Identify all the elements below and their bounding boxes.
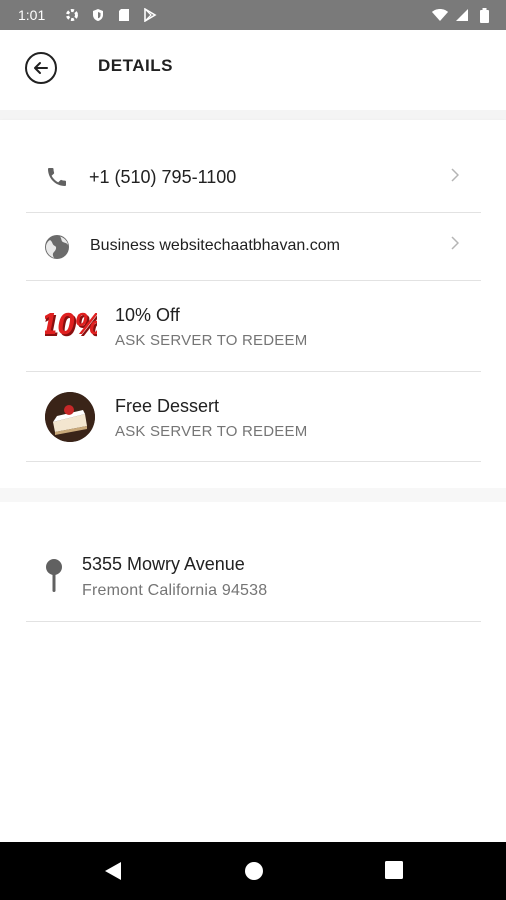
website-link[interactable]: Business websitechaatbhavan.com — [90, 237, 340, 255]
details-card: +1 (510) 795-1100 Business websitechaatb… — [0, 120, 506, 488]
address-section: 5355 Mowry Avenue Fremont California 945… — [0, 502, 506, 632]
play-store-icon — [142, 7, 158, 23]
ten-percent-badge-icon: 10% 10% — [45, 303, 97, 343]
section-gap — [0, 488, 506, 502]
status-time: 1:01 — [18, 7, 46, 23]
page-title: DETAILS — [98, 56, 173, 75]
address-line1: 5355 Mowry Avenue — [82, 554, 245, 574]
shield-icon — [90, 7, 106, 23]
offer-row[interactable]: 10% 10% 10% Off ASK SERVER TO REDEEM — [26, 281, 481, 372]
status-icons-left — [64, 7, 158, 23]
app-bar: DETAILS — [0, 30, 506, 110]
chevron-right-icon — [451, 236, 460, 255]
offer-title: Free Dessert — [115, 396, 220, 416]
nav-back-icon[interactable] — [104, 861, 122, 886]
nav-recents-icon[interactable] — [385, 861, 403, 884]
phone-row[interactable]: +1 (510) 795-1100 — [26, 144, 481, 213]
status-bar: 1:01 — [0, 0, 506, 30]
nav-home-icon[interactable] — [244, 861, 264, 886]
sd-card-icon — [116, 7, 132, 23]
section-gap — [0, 110, 506, 120]
back-arrow-icon — [34, 62, 48, 74]
map-pin-icon — [44, 558, 64, 594]
status-icons-right — [432, 7, 492, 23]
battery-icon — [476, 7, 492, 23]
website-row[interactable]: Business websitechaatbhavan.com — [26, 213, 481, 281]
globe-icon — [44, 234, 70, 260]
address-line2: Fremont California 94538 — [82, 582, 268, 599]
phone-icon — [44, 164, 70, 190]
offer-title: 10% Off — [115, 305, 180, 325]
offer-row[interactable]: Free Dessert ASK SERVER TO REDEEM — [26, 372, 481, 462]
offer-subtitle: ASK SERVER TO REDEEM — [115, 332, 308, 349]
system-nav-bar — [0, 842, 506, 900]
svg-text:10%: 10% — [45, 306, 97, 341]
cake-slice-icon — [45, 392, 95, 442]
settings-icon — [64, 7, 80, 23]
chevron-right-icon — [451, 168, 460, 187]
offer-subtitle: ASK SERVER TO REDEEM — [115, 423, 308, 440]
phone-number[interactable]: +1 (510) 795-1100 — [89, 167, 236, 188]
wifi-icon — [432, 7, 448, 23]
back-button[interactable] — [25, 52, 57, 84]
address-row[interactable]: 5355 Mowry Avenue Fremont California 945… — [26, 534, 481, 622]
signal-icon — [454, 7, 470, 23]
